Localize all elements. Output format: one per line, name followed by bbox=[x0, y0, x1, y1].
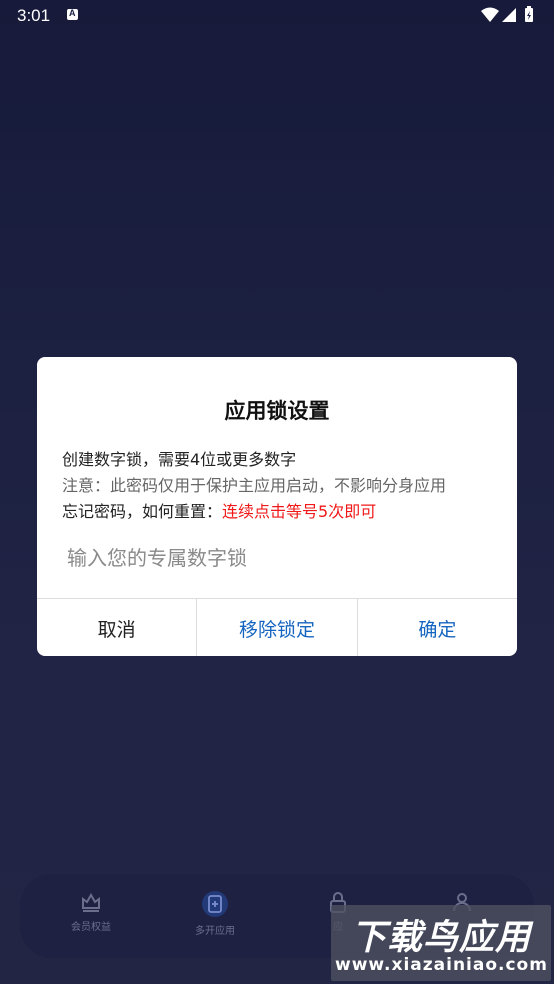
pin-input[interactable] bbox=[62, 541, 502, 575]
nav-label: 多开应用 bbox=[195, 926, 235, 937]
dialog-button-row: 取消 移除锁定 确定 bbox=[37, 598, 517, 656]
notification-a-icon: A bbox=[67, 8, 78, 20]
watermark-url: www.xiazainiao.com bbox=[335, 955, 548, 975]
multi-app-icon bbox=[202, 891, 228, 917]
confirm-button[interactable]: 确定 bbox=[356, 599, 517, 656]
status-time: 3:01 bbox=[17, 6, 51, 25]
status-bar: 3:01 A bbox=[0, 0, 554, 32]
battery-icon bbox=[525, 6, 533, 22]
reset-hint-highlight: 连续点击等号5次即可 bbox=[222, 502, 377, 521]
status-icons bbox=[480, 6, 538, 24]
wifi-icon bbox=[481, 7, 499, 22]
dialog-instruction: 创建数字锁，需要4位或更多数字 bbox=[62, 450, 297, 469]
watermark-title: 下载鸟应用 bbox=[350, 918, 531, 958]
nav-label: 会员权益 bbox=[71, 922, 111, 933]
dialog-title: 应用锁设置 bbox=[224, 399, 330, 423]
watermark: 下载鸟应用 www.xiazainiao.com bbox=[331, 905, 551, 981]
dialog-note: 注意：此密码仅用于保护主应用启动，不影响分身应用 bbox=[62, 476, 447, 495]
remove-lock-button[interactable]: 移除锁定 bbox=[196, 599, 356, 656]
signal-icon bbox=[502, 8, 516, 22]
cancel-button[interactable]: 取消 bbox=[37, 599, 196, 656]
notification-letter: A bbox=[69, 8, 76, 18]
nav-item-multi-app[interactable]: 多开应用 bbox=[165, 890, 265, 937]
dialog-reset-hint: 忘记密码，如何重置：连续点击等号5次即可 bbox=[62, 498, 376, 522]
reset-hint-prefix: 忘记密码，如何重置： bbox=[62, 502, 223, 521]
crown-icon bbox=[82, 892, 100, 912]
nav-item-vip[interactable]: 会员权益 bbox=[41, 890, 141, 933]
app-lock-dialog: 应用锁设置 创建数字锁，需要4位或更多数字 注意：此密码仅用于保护主应用启动，不… bbox=[37, 357, 517, 656]
